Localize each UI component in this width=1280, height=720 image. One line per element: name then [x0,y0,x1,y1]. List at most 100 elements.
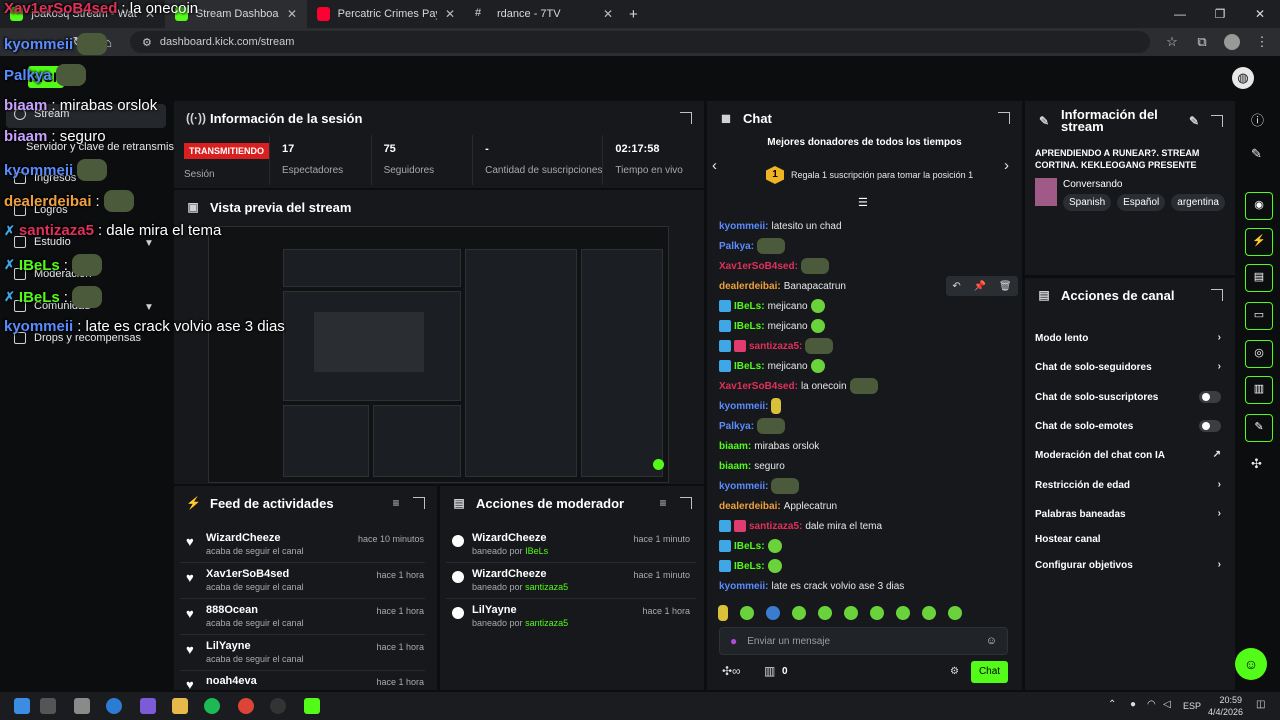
send-chat-button[interactable]: Chat [971,661,1008,683]
chat-username[interactable]: kyommeii: [719,481,768,492]
expand-icon[interactable] [1211,115,1223,127]
emote-icon[interactable] [896,606,910,620]
reply-icon[interactable]: ↶ [952,281,960,292]
feed-username[interactable]: 888Ocean [206,604,258,616]
chat-input[interactable]: ● Enviar un mensaje ☺ [719,627,1008,655]
volume-icon[interactable]: ◁ [1163,699,1171,710]
rail-points-icon[interactable]: ✣ [1251,456,1262,472]
browser-menu-icon[interactable]: ⋮ [1254,34,1270,50]
channel-action-followers-only[interactable]: Chat de solo-seguidores › [1035,361,1225,373]
chat-username[interactable]: biaam: [719,441,751,452]
input-language[interactable]: ESP [1183,701,1201,711]
language-globe-icon[interactable]: ◍ [1232,67,1254,89]
chat-message[interactable]: santizaza5: dale mira el tema [719,519,882,533]
chat-username[interactable]: Palkya: [719,421,754,432]
chat-username[interactable]: dealerdeibai: [719,501,781,512]
subscribers-only-toggle[interactable] [1199,391,1221,403]
chat-message[interactable]: kyommeii: late es crack volvio ase 3 dia… [719,579,904,593]
chat-message[interactable]: Palkya: [719,238,786,254]
chat-username[interactable]: IBeLs: [734,561,765,572]
chat-message[interactable]: IBeLs: mejicano [719,359,825,373]
chevron-down-icon[interactable]: ▼ [144,302,154,313]
rail-broadcast-button[interactable]: ◎ [1245,340,1273,368]
restore-icon[interactable]: ❐ [1200,0,1240,28]
close-tab-icon[interactable]: ✕ [445,7,455,21]
chat-username[interactable]: IBeLs: [734,361,765,372]
chrome-icon[interactable] [238,698,254,714]
chat-username[interactable]: Xav1erSoB4sed: [719,381,798,392]
edit-layout-icon[interactable]: ✎ [1251,146,1262,162]
chat-message[interactable]: IBeLs: [719,539,782,553]
category-thumbnail[interactable] [1035,178,1057,206]
chat-username[interactable]: dealerdeibai: [719,281,781,292]
chat-username[interactable]: IBeLs: [734,321,765,332]
task-view-icon[interactable] [40,698,56,714]
mod-target-username[interactable]: LilYayne [472,604,517,616]
channel-action-banned-words[interactable]: Palabras baneadas › [1035,508,1225,520]
chat-username[interactable]: IBeLs: [734,541,765,552]
chat-username[interactable]: kyommeii: [719,581,768,592]
rail-wrench-button[interactable]: ✎ [1245,414,1273,442]
chat-message[interactable]: kyommeii: [719,398,782,414]
moderator-name[interactable]: santizaza5 [525,582,568,592]
chat-message[interactable]: biaam: seguro [719,459,785,473]
edge-icon[interactable] [106,698,122,714]
chat-message[interactable]: biaam: mirabas orslok [719,439,819,453]
info-icon[interactable]: ⓘ [1251,110,1264,129]
profile-avatar-icon[interactable] [1224,34,1240,50]
chat-settings-gear-icon[interactable]: ⚙ [950,666,959,677]
chat-username[interactable]: kyommeii: [719,401,768,412]
expand-icon[interactable] [680,112,692,124]
chat-message[interactable]: Xav1erSoB4sed: [719,258,829,274]
browser-tab-4[interactable]: # rdance - 7TV ✕ [465,0,623,28]
minimize-icon[interactable]: — [1160,0,1200,28]
chat-message[interactable]: IBeLs: [719,559,782,573]
edit-pencil-icon[interactable]: ✎ [1187,114,1201,128]
chat-username[interactable]: IBeLs: [734,301,765,312]
notifications-icon[interactable]: ◫ [1256,699,1265,710]
emote-icon[interactable] [792,606,806,620]
kick-app-icon[interactable] [304,698,320,714]
emote-icon[interactable] [948,606,962,620]
chevron-left-icon[interactable]: ‹ [712,157,717,174]
channel-action-ai-moderation[interactable]: Moderación del chat con IA ↗ [1035,449,1225,461]
mod-target-username[interactable]: WizardCheeze [472,532,546,544]
chat-message[interactable]: Xav1erSoB4sed: la onecoin [719,378,878,394]
wifi-icon[interactable]: ◠ [1147,699,1156,710]
bookmark-star-icon[interactable]: ☆ [1164,34,1180,50]
expand-icon[interactable] [1211,289,1223,301]
chat-username[interactable]: biaam: [719,461,751,472]
microphone-icon[interactable]: ● [730,634,737,648]
obs-icon[interactable] [270,698,286,714]
stream-preview-video[interactable] [208,226,669,483]
spotify-icon[interactable] [204,698,220,714]
filter-icon[interactable]: ≡ [656,496,670,510]
emote-icon[interactable] [844,606,858,620]
moderator-name[interactable]: IBeLs [525,546,548,556]
chevron-down-icon[interactable]: ▼ [144,238,154,249]
tray-chevron-up-icon[interactable]: ⌃ [1108,699,1116,710]
emoji-picker-icon[interactable]: ☺ [986,635,997,647]
chat-message[interactable]: dealerdeibai: Banapacatrun [719,279,846,293]
delete-icon[interactable]: 🗑 [999,281,1012,292]
rail-lightning-button[interactable]: ⚡ [1245,228,1273,256]
emote-icon[interactable] [922,606,936,620]
chat-message[interactable]: IBeLs: mejicano [719,319,825,333]
emote-icon[interactable] [740,606,754,620]
extensions-icon[interactable]: ⧉ [1194,34,1210,50]
gift-icon[interactable]: ▥ [764,664,775,678]
emotes-only-toggle[interactable] [1199,420,1221,432]
pin-icon[interactable]: 📌 [974,281,986,292]
filter-icon[interactable]: ≡ [389,496,403,510]
emote-icon[interactable] [870,606,884,620]
expand-icon[interactable] [998,112,1010,124]
category-name[interactable]: Conversando [1063,179,1122,190]
help-chat-button[interactable]: ☺ [1235,648,1267,680]
chat-message[interactable]: dealerdeibai: Applecatrun [719,499,837,513]
rail-document-button[interactable]: ▤ [1245,264,1273,292]
calculator-icon[interactable] [74,698,90,714]
channel-action-slow-mode[interactable]: Modo lento › [1035,332,1225,344]
site-info-icon[interactable]: ⚙ [142,36,152,49]
emote-icon[interactable] [766,606,780,620]
expand-icon[interactable] [413,497,425,509]
